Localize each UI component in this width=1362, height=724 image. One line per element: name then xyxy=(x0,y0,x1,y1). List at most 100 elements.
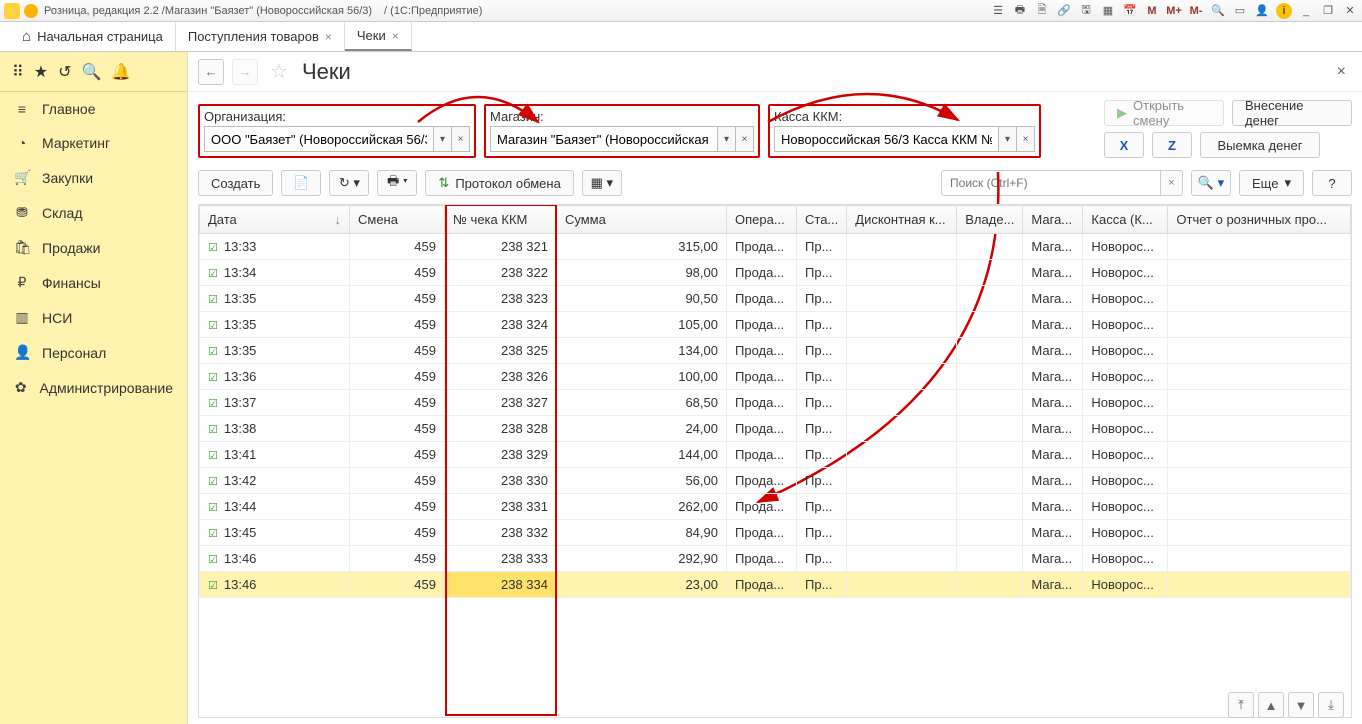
chevron-down-icon[interactable]: ▾ xyxy=(718,126,736,152)
favorite-star-icon[interactable]: ☆ xyxy=(270,59,288,84)
chevron-down-icon[interactable]: ▾ xyxy=(999,126,1017,152)
scroll-up-button[interactable]: ▲ xyxy=(1258,692,1284,718)
col-report[interactable]: Отчет о розничных про... xyxy=(1168,206,1351,234)
create-button[interactable]: Создать xyxy=(198,170,273,196)
scroll-top-button[interactable]: ⤒ xyxy=(1228,692,1254,718)
protocol-button[interactable]: ⇅Протокол обмена xyxy=(425,170,573,196)
more-button[interactable]: Еще ▾ xyxy=(1239,170,1304,196)
nav-forward-button[interactable]: → xyxy=(232,59,258,85)
table-row[interactable]: ☑13:35459238 325134,00Прода...Пр...Мага.… xyxy=(200,338,1351,364)
app-menu-dropdown[interactable] xyxy=(24,4,38,18)
chevron-down-icon[interactable]: ▾ xyxy=(434,126,452,152)
m-icon[interactable]: M xyxy=(1144,3,1160,19)
sidebar-item[interactable]: ✿Администрирование xyxy=(0,370,187,405)
sidebar-item[interactable]: 🛒Закупки xyxy=(0,160,187,195)
print-button[interactable]: 🖶 ▾ xyxy=(377,170,417,196)
star-icon[interactable]: ★ xyxy=(34,62,48,82)
shop-input[interactable] xyxy=(490,126,718,152)
maximize-icon[interactable]: ❐ xyxy=(1320,3,1336,19)
col-kkm[interactable]: Касса (К... xyxy=(1083,206,1168,234)
table-row[interactable]: ☑13:46459238 333292,90Прода...Пр...Мага.… xyxy=(200,546,1351,572)
table-row[interactable]: ☑13:37459238 32768,50Прода...Пр...Мага..… xyxy=(200,390,1351,416)
close-page-icon[interactable]: × xyxy=(1337,63,1352,81)
col-sum[interactable]: Сумма xyxy=(557,206,727,234)
x-report-button[interactable]: X xyxy=(1104,132,1144,158)
col-disc[interactable]: Дисконтная к... xyxy=(847,206,957,234)
close-window-icon[interactable]: ✕ xyxy=(1342,3,1358,19)
sidebar-item[interactable]: ≡Главное xyxy=(0,92,187,126)
sidebar-item[interactable]: 👤Персонал xyxy=(0,335,187,370)
search-icon[interactable]: 🔍 xyxy=(81,62,101,82)
org-input[interactable] xyxy=(204,126,434,152)
scroll-down-button[interactable]: ▼ xyxy=(1288,692,1314,718)
col-owner[interactable]: Владе... xyxy=(957,206,1023,234)
open-shift-button[interactable]: ▶Открыть смену xyxy=(1104,100,1224,126)
withdraw-button[interactable]: Выемка денег xyxy=(1200,132,1320,158)
col-check[interactable]: № чека ККМ xyxy=(445,206,557,234)
kkm-input[interactable] xyxy=(774,126,999,152)
cell-shop: Мага... xyxy=(1023,312,1083,338)
close-icon[interactable]: × xyxy=(325,30,332,44)
tool-icon[interactable]: ☰ xyxy=(990,3,1006,19)
col-shift[interactable]: Смена xyxy=(350,206,445,234)
link-icon[interactable]: 🔗 xyxy=(1056,3,1072,19)
sidebar-item[interactable]: ⛃Склад xyxy=(0,195,187,230)
table-row[interactable]: ☑13:42459238 33056,00Прода...Пр...Мага..… xyxy=(200,468,1351,494)
col-shop[interactable]: Мага... xyxy=(1023,206,1083,234)
save-icon[interactable]: 🖫 xyxy=(1078,3,1094,19)
clear-icon[interactable]: × xyxy=(736,126,754,152)
m-plus-icon[interactable]: M+ xyxy=(1166,3,1182,19)
clear-icon[interactable]: × xyxy=(1017,126,1035,152)
find-button[interactable]: 🔍 ▾ xyxy=(1191,170,1231,196)
z-report-button[interactable]: Z xyxy=(1152,132,1192,158)
scroll-bottom-button[interactable]: ⤓ xyxy=(1318,692,1344,718)
tab-receipts[interactable]: Поступления товаров× xyxy=(176,22,345,51)
user-icon[interactable]: 👤 xyxy=(1254,3,1270,19)
copy-button[interactable]: 📄 xyxy=(281,170,321,196)
cell-owner xyxy=(957,338,1023,364)
table-row[interactable]: ☑13:44459238 331262,00Прода...Пр...Мага.… xyxy=(200,494,1351,520)
checks-table[interactable]: Дата ↓ Смена № чека ККМ Сумма Опера... С… xyxy=(199,205,1351,598)
table-row[interactable]: ☑13:34459238 32298,00Прода...Пр...Мага..… xyxy=(200,260,1351,286)
help-button[interactable]: ? xyxy=(1312,170,1352,196)
refresh-button[interactable]: ↻ ▾ xyxy=(329,170,369,196)
search-input[interactable] xyxy=(941,170,1161,196)
table-row[interactable]: ☑13:46459238 33423,00Прода...Пр...Мага..… xyxy=(200,572,1351,598)
table-row[interactable]: ☑13:33459238 321315,00Прода...Пр...Мага.… xyxy=(200,234,1351,260)
clear-search-icon[interactable]: × xyxy=(1161,170,1183,196)
col-status[interactable]: Ста... xyxy=(797,206,847,234)
table-row[interactable]: ☑13:45459238 33284,90Прода...Пр...Мага..… xyxy=(200,520,1351,546)
apps-icon[interactable]: ⠿ xyxy=(12,62,24,82)
table-row[interactable]: ☑13:35459238 32390,50Прода...Пр...Мага..… xyxy=(200,286,1351,312)
nav-back-button[interactable]: ← xyxy=(198,59,224,85)
deposit-button[interactable]: Внесение денег xyxy=(1232,100,1352,126)
cell-kkm: Новорос... xyxy=(1083,364,1168,390)
table-row[interactable]: ☑13:36459238 326100,00Прода...Пр...Мага.… xyxy=(200,364,1351,390)
table-row[interactable]: ☑13:35459238 324105,00Прода...Пр...Мага.… xyxy=(200,312,1351,338)
clear-icon[interactable]: × xyxy=(452,126,470,152)
m-minus-icon[interactable]: M- xyxy=(1188,3,1204,19)
info-icon[interactable]: i xyxy=(1276,3,1292,19)
col-op[interactable]: Опера... xyxy=(727,206,797,234)
calc-icon[interactable]: ▦ xyxy=(1100,3,1116,19)
bell-icon[interactable]: 🔔 xyxy=(111,62,131,82)
zoom-icon[interactable]: 🔍 xyxy=(1210,3,1226,19)
box-icon[interactable]: ▭ xyxy=(1232,3,1248,19)
doc-icon: ☑ xyxy=(208,372,218,384)
sidebar-item[interactable]: 🛍Продажи xyxy=(0,230,187,265)
history-icon[interactable]: ↺ xyxy=(58,62,71,82)
print-icon[interactable]: 🖶 xyxy=(1012,3,1028,19)
close-icon[interactable]: × xyxy=(392,29,399,43)
table-row[interactable]: ☑13:41459238 329144,00Прода...Пр...Мага.… xyxy=(200,442,1351,468)
calendar-icon[interactable]: 📅 xyxy=(1122,3,1138,19)
minimize-icon[interactable]: _ xyxy=(1298,3,1314,19)
tab-home[interactable]: Начальная страница xyxy=(10,22,176,51)
doc-icon[interactable]: 🗎 xyxy=(1034,3,1050,19)
tab-checks[interactable]: Чеки× xyxy=(345,22,412,51)
col-date[interactable]: Дата ↓ xyxy=(200,206,350,234)
sidebar-item[interactable]: ◔Маркетинг xyxy=(0,126,187,160)
sidebar-item[interactable]: ▥НСИ xyxy=(0,300,187,335)
table-row[interactable]: ☑13:38459238 32824,00Прода...Пр...Мага..… xyxy=(200,416,1351,442)
sidebar-item[interactable]: ₽Финансы xyxy=(0,265,187,300)
settings-button[interactable]: ▦ ▾ xyxy=(582,170,622,196)
